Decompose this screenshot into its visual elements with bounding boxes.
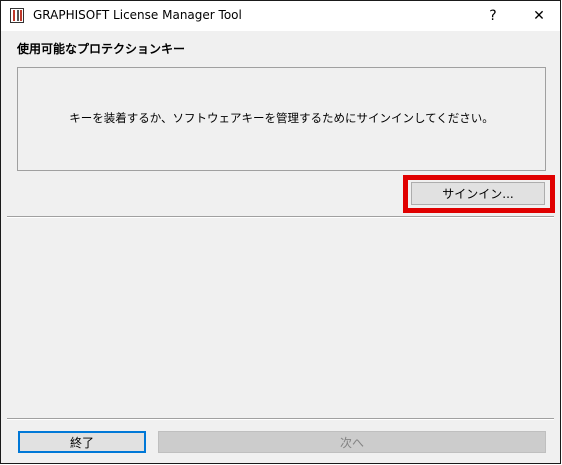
next-button[interactable]: 次へ [158, 431, 546, 453]
sign-in-highlight-box [403, 175, 555, 213]
upper-divider [7, 216, 554, 218]
protection-key-list: キーを装着するか、ソフトウェアキーを管理するためにサインインしてください。 [17, 67, 546, 171]
graphisoft-app-icon [10, 8, 24, 23]
sign-in-prompt: キーを装着するか、ソフトウェアキーを管理するためにサインインしてください。 [69, 111, 494, 125]
lower-divider [7, 418, 554, 420]
title-bar[interactable]: GRAPHISOFT License Manager Tool ? ✕ [1, 1, 560, 31]
help-button[interactable]: ? [471, 1, 515, 31]
window-title: GRAPHISOFT License Manager Tool [33, 8, 242, 22]
license-manager-window: GRAPHISOFT License Manager Tool ? ✕ 使用可能… [0, 0, 561, 464]
close-button[interactable]: ✕ [517, 1, 561, 31]
available-keys-heading: 使用可能なプロテクションキー [17, 42, 186, 56]
exit-button[interactable]: 終了 [18, 431, 146, 453]
